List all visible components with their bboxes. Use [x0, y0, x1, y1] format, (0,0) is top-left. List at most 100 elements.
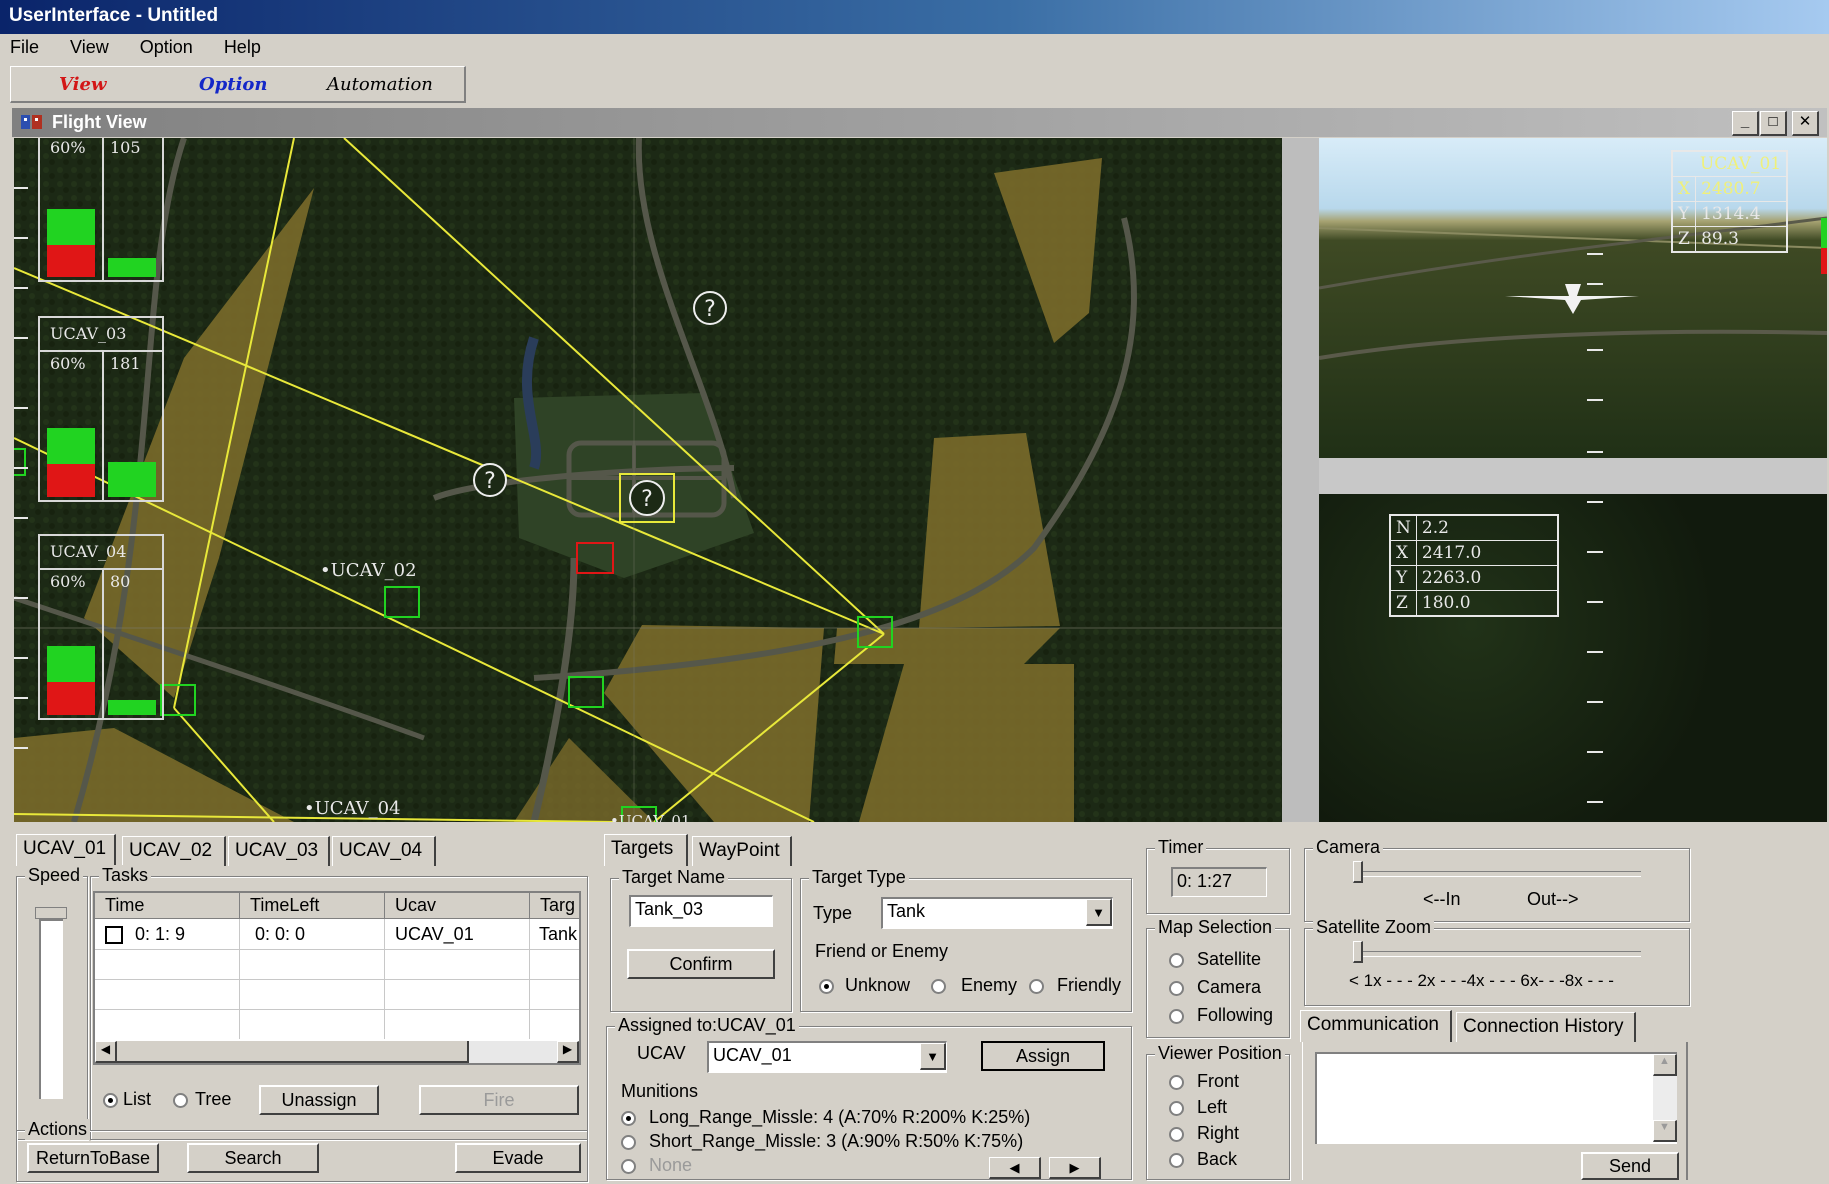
- selected-target-marker[interactable]: ?: [618, 472, 678, 528]
- confirm-button[interactable]: Confirm: [627, 949, 775, 979]
- tab-connection-history[interactable]: Connection History: [1456, 1012, 1636, 1042]
- waypoint-marker[interactable]: [384, 586, 420, 618]
- flight-view-title: Flight View: [52, 112, 147, 132]
- menu-file[interactable]: File: [6, 37, 43, 57]
- search-button[interactable]: Search: [187, 1143, 319, 1173]
- unassign-button[interactable]: Unassign: [259, 1085, 379, 1115]
- assign-button[interactable]: Assign: [981, 1041, 1105, 1071]
- scroll-right-icon[interactable]: ▶: [557, 1041, 579, 1063]
- waypoint-marker[interactable]: [568, 676, 604, 708]
- evade-button[interactable]: Evade: [455, 1143, 581, 1173]
- column-time-left[interactable]: TimeLeft: [240, 893, 385, 919]
- toolbar-view-button[interactable]: View: [59, 74, 106, 95]
- view-separator: [1319, 458, 1827, 494]
- toolbar-automation-button[interactable]: Automation: [327, 74, 433, 95]
- map-camera-radio[interactable]: [1169, 981, 1184, 996]
- map-following-radio[interactable]: [1169, 1009, 1184, 1024]
- camera-slider-thumb[interactable]: [1353, 861, 1363, 883]
- view-list-radio[interactable]: [103, 1093, 118, 1108]
- foe-unknown-radio[interactable]: [819, 979, 834, 994]
- tasks-table[interactable]: Time TimeLeft Ucav Targ 0: 1: 9 0: 0: 0 …: [93, 891, 581, 1065]
- satellite-zoom-slider-track[interactable]: [1355, 951, 1641, 957]
- send-button[interactable]: Send: [1581, 1152, 1679, 1180]
- scroll-left-icon[interactable]: ◀: [95, 1041, 117, 1063]
- row-checkbox[interactable]: [105, 926, 123, 944]
- ucav-bar-red: [47, 682, 95, 715]
- target-name-group: Target Name Tank_03 Confirm: [610, 867, 792, 1012]
- hud-key: X: [1389, 540, 1417, 566]
- table-row[interactable]: 0: 1: 9 0: 0: 0 UCAV_01 Tank: [95, 921, 579, 949]
- munition-short-range-radio[interactable]: [621, 1135, 636, 1150]
- scroll-down-icon[interactable]: ▼: [1653, 1120, 1677, 1142]
- speed-label: Speed: [25, 865, 84, 886]
- menu-help[interactable]: Help: [220, 37, 265, 57]
- column-time[interactable]: Time: [95, 893, 240, 919]
- map-label-ucav-04: •UCAV_04: [304, 798, 401, 819]
- tab-ucav-04[interactable]: UCAV_04: [332, 836, 436, 866]
- tasks-horizontal-scrollbar[interactable]: ◀ ▶: [95, 1041, 579, 1063]
- menu-option[interactable]: Option: [136, 37, 197, 57]
- munition-none-radio[interactable]: [621, 1159, 636, 1174]
- scroll-up-icon[interactable]: ▲: [1653, 1054, 1677, 1076]
- foe-friendly-label: Friendly: [1057, 975, 1122, 995]
- type-select[interactable]: Tank ▼: [881, 897, 1113, 929]
- waypoint-marker[interactable]: [857, 616, 893, 648]
- flight-view-title-bar: Flight View _ □ ✕: [12, 108, 1827, 137]
- hud-key: Z: [1671, 226, 1697, 253]
- message-scrollbar[interactable]: ▲ ▼: [1653, 1054, 1677, 1142]
- return-to-base-button[interactable]: ReturnToBase: [27, 1143, 159, 1173]
- tab-waypoint[interactable]: WayPoint: [692, 836, 792, 866]
- hud-key: N: [1389, 514, 1417, 541]
- satellite-zoom-slider-thumb[interactable]: [1353, 941, 1363, 963]
- viewer-left-radio[interactable]: [1169, 1101, 1184, 1116]
- viewer-back-radio[interactable]: [1169, 1153, 1184, 1168]
- ucav-bar-green: [47, 428, 95, 464]
- next-munition-button[interactable]: ▶: [1049, 1157, 1101, 1179]
- fire-button[interactable]: Fire: [419, 1085, 579, 1115]
- hud-key: Y: [1671, 201, 1697, 227]
- target-name-input[interactable]: Tank_03: [629, 895, 773, 927]
- view-tree-radio[interactable]: [173, 1093, 188, 1108]
- speed-slider-thumb[interactable]: [35, 907, 67, 919]
- menu-view[interactable]: View: [66, 37, 113, 57]
- maximize-button[interactable]: □: [1760, 111, 1787, 136]
- tab-ucav-02[interactable]: UCAV_02: [122, 836, 226, 866]
- unknown-target-marker[interactable]: ?: [470, 460, 514, 500]
- window-title: UserInterface - Untitled: [9, 5, 219, 26]
- munition-long-range-label: Long_Range_Missle: 4 (A:70% R:200% K:25%…: [649, 1107, 1031, 1127]
- scroll-thumb[interactable]: [117, 1041, 469, 1063]
- munition-long-range-radio[interactable]: [621, 1111, 636, 1126]
- message-textarea[interactable]: ▲ ▼: [1315, 1052, 1677, 1144]
- chevron-down-icon[interactable]: ▼: [1086, 899, 1112, 926]
- close-button[interactable]: ✕: [1792, 111, 1819, 136]
- camera-hud-title: UCAV_01: [1671, 150, 1788, 177]
- ucav-fuel-percent: 60%: [50, 354, 86, 373]
- tab-targets[interactable]: Targets: [604, 834, 688, 866]
- target-type-label: Target Type: [809, 867, 909, 888]
- toolbar-option-button[interactable]: Option: [199, 74, 268, 95]
- viewer-front-radio[interactable]: [1169, 1075, 1184, 1090]
- foe-enemy-radio[interactable]: [931, 979, 946, 994]
- tab-communication[interactable]: Communication: [1300, 1010, 1452, 1042]
- waypoint-marker[interactable]: [160, 684, 196, 716]
- foe-friendly-radio[interactable]: [1029, 979, 1044, 994]
- tab-ucav-01[interactable]: UCAV_01: [16, 834, 116, 866]
- ucav-value: 181: [110, 354, 141, 373]
- column-target[interactable]: Targ: [530, 893, 579, 919]
- speed-slider[interactable]: [39, 919, 63, 1099]
- ucav-select[interactable]: UCAV_01 ▼: [707, 1041, 947, 1073]
- chevron-down-icon[interactable]: ▼: [920, 1043, 946, 1070]
- hud-value: 2.2: [1415, 514, 1559, 541]
- unknown-target-marker[interactable]: ?: [690, 288, 734, 328]
- prev-munition-button[interactable]: ◀: [989, 1157, 1041, 1179]
- viewer-right-radio[interactable]: [1169, 1127, 1184, 1142]
- row-ucav: UCAV_01: [395, 924, 474, 944]
- enemy-marker[interactable]: [576, 542, 614, 574]
- ucav-fuel-percent: 60%: [50, 138, 86, 157]
- column-ucav[interactable]: Ucav: [385, 893, 530, 919]
- tactical-map[interactable]: ? ? ? •UCAV_02 •UCAV_04 •UCAV_01 60% 105: [14, 138, 1282, 822]
- camera-slider-track[interactable]: [1355, 871, 1641, 877]
- tab-ucav-03[interactable]: UCAV_03: [228, 836, 330, 866]
- minimize-button[interactable]: _: [1732, 111, 1759, 136]
- map-satellite-radio[interactable]: [1169, 953, 1184, 968]
